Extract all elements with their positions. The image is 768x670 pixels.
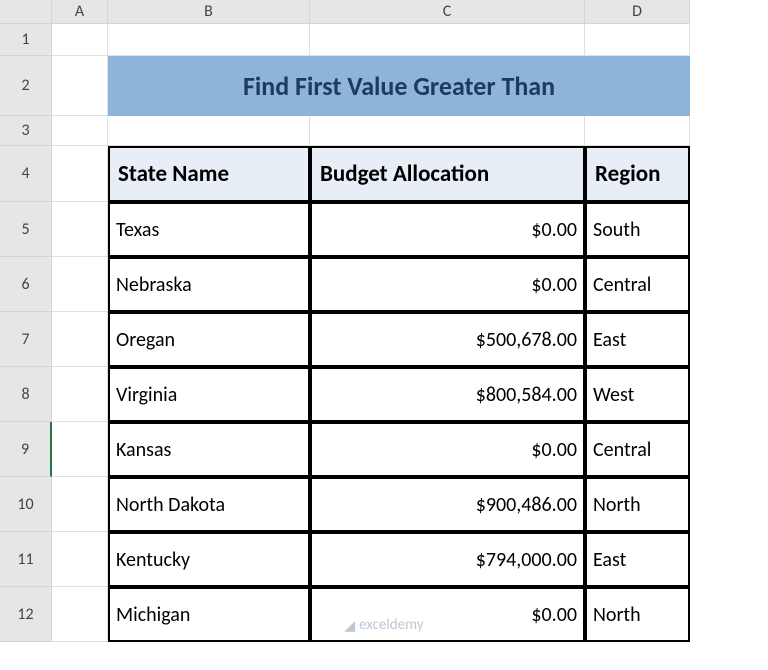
cell-region-5[interactable]: North [585,477,690,532]
cell-region-7[interactable]: North [585,587,690,642]
header-state[interactable]: State Name [108,146,310,202]
col-header-a[interactable]: A [52,0,108,24]
cell-a5[interactable] [52,202,108,257]
cell-region-2[interactable]: East [585,312,690,367]
cell-region-3[interactable]: West [585,367,690,422]
row-header-5[interactable]: 5 [0,202,52,257]
row-header-7[interactable]: 7 [0,312,52,367]
col-header-c[interactable]: C [310,0,585,24]
row-header-10[interactable]: 10 [0,477,52,532]
cell-a2[interactable] [52,56,108,116]
cell-a3[interactable] [52,116,108,146]
col-header-b[interactable]: B [108,0,310,24]
cell-state-0[interactable]: Texas [108,202,310,257]
cell-budget-7[interactable]: $0.00 [310,587,585,642]
cell-state-5[interactable]: North Dakota [108,477,310,532]
cell-budget-3[interactable]: $800,584.00 [310,367,585,422]
cell-region-4[interactable]: Central [585,422,690,477]
spreadsheet-grid: A B C D 1 2 Find First Value Greater Tha… [0,0,768,642]
cell-budget-5[interactable]: $900,486.00 [310,477,585,532]
header-budget[interactable]: Budget Allocation [310,146,585,202]
cell-a4[interactable] [52,146,108,202]
row-header-11[interactable]: 11 [0,532,52,587]
cell-a7[interactable] [52,312,108,367]
cell-a12[interactable] [52,587,108,642]
cell-b1[interactable] [108,24,310,56]
cell-a6[interactable] [52,257,108,312]
cell-c1[interactable] [310,24,585,56]
cell-budget-0[interactable]: $0.00 [310,202,585,257]
cell-budget-2[interactable]: $500,678.00 [310,312,585,367]
cell-a10[interactable] [52,477,108,532]
corner-cell[interactable] [0,0,52,24]
cell-state-6[interactable]: Kentucky [108,532,310,587]
cell-region-1[interactable]: Central [585,257,690,312]
row-header-12[interactable]: 12 [0,587,52,642]
row-header-6[interactable]: 6 [0,257,52,312]
cell-state-7[interactable]: Michigan [108,587,310,642]
row-header-9[interactable]: 9 [0,422,52,477]
row-header-8[interactable]: 8 [0,367,52,422]
row-header-3[interactable]: 3 [0,116,52,146]
cell-a8[interactable] [52,367,108,422]
cell-b3[interactable] [108,116,310,146]
cell-state-4[interactable]: Kansas [108,422,310,477]
cell-region-0[interactable]: South [585,202,690,257]
cell-d1[interactable] [585,24,690,56]
col-header-d[interactable]: D [585,0,690,24]
cell-budget-6[interactable]: $794,000.00 [310,532,585,587]
cell-region-6[interactable]: East [585,532,690,587]
cell-a11[interactable] [52,532,108,587]
cell-d3[interactable] [585,116,690,146]
row-header-4[interactable]: 4 [0,146,52,202]
row-header-1[interactable]: 1 [0,24,52,56]
header-region[interactable]: Region [585,146,690,202]
cell-a1[interactable] [52,24,108,56]
cell-state-3[interactable]: Virginia [108,367,310,422]
row-header-2[interactable]: 2 [0,56,52,116]
cell-budget-4[interactable]: $0.00 [310,422,585,477]
title-cell[interactable]: Find First Value Greater Than [108,56,690,116]
cell-budget-1[interactable]: $0.00 [310,257,585,312]
cell-c3[interactable] [310,116,585,146]
cell-state-1[interactable]: Nebraska [108,257,310,312]
cell-state-2[interactable]: Oregan [108,312,310,367]
cell-a9[interactable] [52,422,108,477]
